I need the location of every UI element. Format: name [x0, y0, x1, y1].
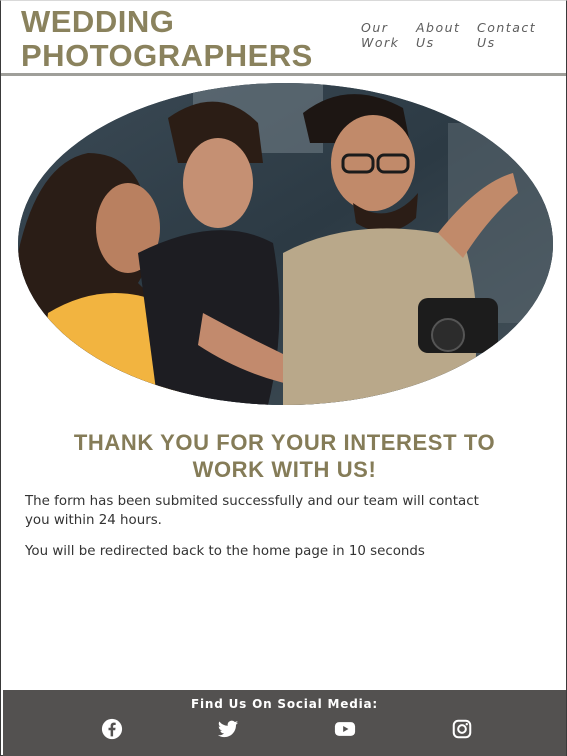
nav-about-us-line-1: About — [416, 20, 461, 35]
nav-our-work-line-2: Work — [361, 35, 400, 50]
youtube-icon — [334, 722, 356, 736]
heading-line-1: THANK YOU FOR YOUR INTEREST TO — [73, 430, 496, 455]
twitter-icon — [217, 720, 239, 738]
confirmation-line-2: you within 24 hours. — [25, 513, 162, 528]
site-footer: Find Us On Social Media: — [3, 690, 566, 756]
hero-image — [18, 83, 553, 405]
page: WEDDING PHOTOGRAPHERS Our Work About Us … — [0, 0, 567, 756]
logo-line-2: PHOTOGRAPHERS — [21, 38, 313, 73]
nav-contact-us[interactable]: Contact Us — [477, 20, 536, 50]
redirect-message: You will be redirected back to the home … — [25, 544, 425, 559]
youtube-link[interactable] — [334, 718, 356, 740]
confirmation-line-1: The form has been submited successfully … — [25, 494, 479, 509]
facebook-link[interactable] — [101, 718, 123, 740]
nav-contact-us-line-1: Contact — [477, 20, 537, 35]
nav-contact-us-line-2: Us — [477, 35, 496, 50]
facebook-icon — [101, 718, 123, 740]
instagram-icon — [452, 719, 472, 739]
nav-about-us-line-2: Us — [416, 35, 435, 50]
twitter-link[interactable] — [217, 718, 239, 740]
logo-line-1: WEDDING — [21, 4, 175, 39]
nav-about-us[interactable]: About Us — [416, 20, 460, 50]
nav-our-work-line-1: Our — [361, 20, 389, 35]
site-logo-link[interactable]: WEDDING PHOTOGRAPHERS — [21, 5, 313, 73]
site-header: WEDDING PHOTOGRAPHERS Our Work About Us … — [1, 1, 566, 76]
heading-line-2: WORK WITH US! — [192, 457, 377, 482]
photographers-illustration — [18, 83, 553, 405]
social-media-title: Find Us On Social Media: — [191, 697, 378, 711]
thank-you-heading: THANK YOU FOR YOUR INTEREST TO WORK WITH… — [21, 429, 548, 483]
nav-our-work[interactable]: Our Work — [361, 20, 399, 50]
confirmation-message: The form has been submited successfully … — [25, 492, 545, 530]
instagram-link[interactable] — [451, 718, 473, 740]
